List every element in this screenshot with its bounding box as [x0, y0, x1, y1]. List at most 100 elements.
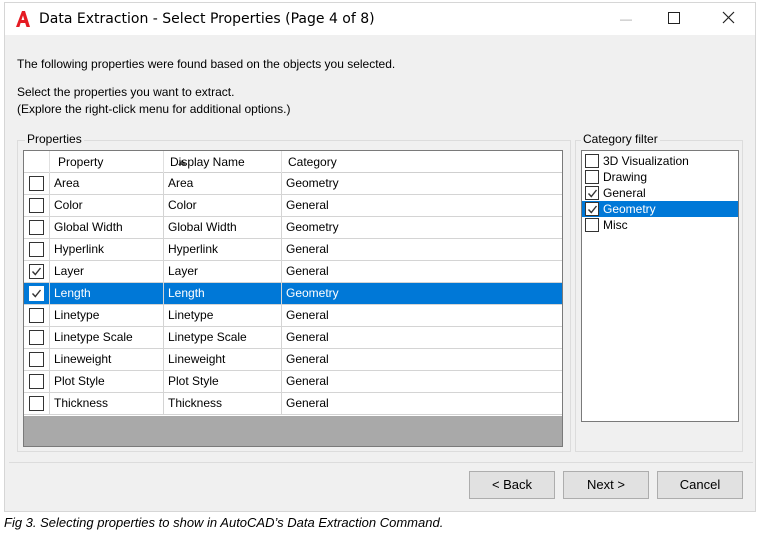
- table-row[interactable]: Linetype Scale Linetype Scale General: [24, 327, 562, 349]
- grid-empty-area: [24, 416, 562, 446]
- cell-category: General: [286, 396, 329, 410]
- column-header-property-label: Property: [58, 155, 104, 169]
- column-header-display-name[interactable]: Display Name: [164, 151, 282, 173]
- row-checkbox[interactable]: [29, 264, 44, 279]
- minimize-icon: —: [620, 12, 632, 26]
- cell-display-name[interactable]: Plot Style: [164, 371, 282, 393]
- close-button[interactable]: [705, 3, 751, 35]
- cell-display-name[interactable]: Hyperlink: [164, 239, 282, 261]
- cell-display-name[interactable]: Area: [164, 173, 282, 195]
- table-row[interactable]: Linetype Linetype General: [24, 305, 562, 327]
- table-row[interactable]: Area Area Geometry: [24, 173, 562, 195]
- category-label: Drawing: [603, 170, 648, 184]
- figure-caption: Fig 3. Selecting properties to show in A…: [4, 515, 444, 530]
- instruction-text: Select the properties you want to extrac…: [17, 85, 235, 99]
- maximize-button[interactable]: [651, 3, 697, 35]
- row-checkbox[interactable]: [29, 198, 44, 213]
- row-checkbox[interactable]: [29, 286, 44, 301]
- row-checkbox-cell: [24, 393, 50, 415]
- category-filter-label: Category filter: [581, 132, 660, 146]
- category-label: 3D Visualization: [603, 154, 689, 168]
- cell-property: Global Width: [50, 217, 164, 239]
- cell-property: Plot Style: [50, 371, 164, 393]
- category-checkbox[interactable]: [585, 154, 599, 168]
- cell-display-name[interactable]: Global Width: [164, 217, 282, 239]
- minimize-button[interactable]: —: [603, 3, 649, 35]
- category-item[interactable]: Misc: [582, 217, 738, 233]
- cell-property: Length: [50, 283, 164, 305]
- category-item[interactable]: Drawing: [582, 169, 738, 185]
- table-row[interactable]: Lineweight Lineweight General: [24, 349, 562, 371]
- cell-display-name[interactable]: Linetype Scale: [164, 327, 282, 349]
- table-row[interactable]: Hyperlink Hyperlink General: [24, 239, 562, 261]
- intro-text: The following properties were found base…: [17, 57, 396, 71]
- row-checkbox[interactable]: [29, 220, 44, 235]
- category-checkbox[interactable]: [585, 202, 599, 216]
- row-checkbox-cell: [24, 195, 50, 217]
- cell-display-name[interactable]: Length: [164, 283, 282, 305]
- cell-display-name[interactable]: Thickness: [164, 393, 282, 415]
- cell-property: Linetype: [50, 305, 164, 327]
- cell-category: General: [286, 330, 329, 344]
- row-checkbox-cell: [24, 283, 50, 305]
- category-item[interactable]: General: [582, 185, 738, 201]
- close-icon: [722, 11, 735, 27]
- category-label: Misc: [603, 218, 628, 232]
- row-checkbox[interactable]: [29, 330, 44, 345]
- maximize-icon: [668, 11, 680, 27]
- row-checkbox-cell: [24, 327, 50, 349]
- cell-category: General: [286, 374, 329, 388]
- header-checkbox-cell: [24, 151, 50, 173]
- category-item[interactable]: 3D Visualization: [582, 153, 738, 169]
- row-checkbox[interactable]: [29, 352, 44, 367]
- cell-property: Color: [50, 195, 164, 217]
- category-filter-list[interactable]: 3D Visualization Drawing General Geometry Mi…: [581, 150, 739, 422]
- column-header-category[interactable]: Category: [282, 151, 562, 173]
- column-header-display-name-label: Display Name: [170, 155, 245, 169]
- row-checkbox-cell: [24, 173, 50, 195]
- row-checkbox[interactable]: [29, 308, 44, 323]
- row-checkbox[interactable]: [29, 176, 44, 191]
- category-checkbox[interactable]: [585, 186, 599, 200]
- cell-display-name[interactable]: Layer: [164, 261, 282, 283]
- table-row[interactable]: Global Width Global Width Geometry: [24, 217, 562, 239]
- cell-property: Layer: [50, 261, 164, 283]
- column-header-property[interactable]: Property: [50, 151, 186, 173]
- next-button[interactable]: Next >: [563, 471, 649, 499]
- category-checkbox[interactable]: [585, 170, 599, 184]
- category-checkbox[interactable]: [585, 218, 599, 232]
- cell-display-name[interactable]: Color: [164, 195, 282, 217]
- cell-category: General: [286, 264, 329, 278]
- table-row[interactable]: Length Length Geometry: [24, 283, 562, 305]
- category-item[interactable]: Geometry: [582, 201, 738, 217]
- window-title: Data Extraction - Select Properties (Pag…: [39, 11, 375, 27]
- category-label: General: [603, 186, 646, 200]
- cell-property: Thickness: [50, 393, 164, 415]
- cell-category: Geometry: [286, 286, 339, 300]
- grid-header: Property Display Name Category: [24, 151, 562, 173]
- cell-property: Area: [50, 173, 164, 195]
- table-row[interactable]: Plot Style Plot Style General: [24, 371, 562, 393]
- cell-category: General: [286, 242, 329, 256]
- cell-category: Geometry: [286, 176, 339, 190]
- properties-grid[interactable]: Property Display Name Category Area Area G…: [23, 150, 563, 447]
- cell-category: General: [286, 352, 329, 366]
- back-button[interactable]: < Back: [469, 471, 555, 499]
- row-checkbox-cell: [24, 349, 50, 371]
- properties-group-label: Properties: [25, 132, 84, 146]
- row-checkbox-cell: [24, 261, 50, 283]
- table-row[interactable]: Thickness Thickness General: [24, 393, 562, 415]
- cell-display-name[interactable]: Lineweight: [164, 349, 282, 371]
- row-checkbox[interactable]: [29, 396, 44, 411]
- table-row[interactable]: Color Color General: [24, 195, 562, 217]
- table-row[interactable]: Layer Layer General: [24, 261, 562, 283]
- row-checkbox-cell: [24, 305, 50, 327]
- row-checkbox[interactable]: [29, 374, 44, 389]
- cancel-button[interactable]: Cancel: [657, 471, 743, 499]
- cell-property: Hyperlink: [50, 239, 164, 261]
- row-checkbox[interactable]: [29, 242, 44, 257]
- title-bar[interactable]: Data Extraction - Select Properties (Pag…: [5, 3, 755, 35]
- cell-display-name[interactable]: Linetype: [164, 305, 282, 327]
- cell-category: General: [286, 198, 329, 212]
- hint-text: (Explore the right-click menu for additi…: [17, 102, 291, 116]
